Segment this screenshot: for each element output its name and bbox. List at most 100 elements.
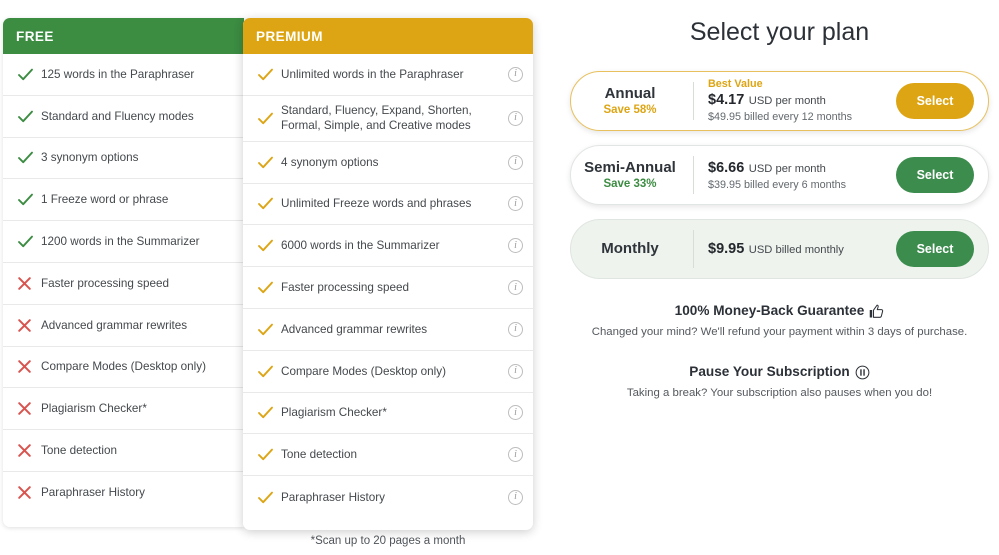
feature-row: Faster processing speedi [243, 267, 533, 309]
check-icon [257, 154, 279, 171]
feature-label: 3 synonym options [39, 150, 234, 165]
check-icon [257, 110, 279, 127]
check-icon [257, 489, 279, 506]
info-icon[interactable]: i [508, 280, 523, 295]
plan-price-unit: USD per month [749, 163, 826, 175]
plan-savings-badge: Save 33% [571, 177, 689, 192]
plan-price-main: $6.66 USD per month [708, 159, 896, 178]
promo-heading: 100% Money-Back Guarantee [560, 301, 999, 321]
plan-comparison-table: FREE 125 words in the ParaphraserStandar… [0, 0, 560, 555]
check-icon [17, 191, 39, 208]
feature-row: Standard, Fluency, Expand, Shorten, Form… [243, 96, 533, 142]
promo-item: 100% Money-Back GuaranteeChanged your mi… [560, 301, 999, 338]
plan-billing-note: $39.95 billed every 6 months [708, 178, 896, 192]
feature-label: Unlimited words in the Paraphraser [279, 67, 508, 82]
thumbs-up-icon [869, 304, 884, 319]
check-icon [257, 66, 279, 83]
feature-row: Paraphraser Historyi [243, 476, 533, 518]
plan-term-name: Annual [571, 85, 689, 103]
feature-row: 6000 words in the Summarizeri [243, 225, 533, 267]
select-plan-button[interactable]: Select [896, 83, 974, 119]
select-plan-button[interactable]: Select [896, 231, 974, 267]
page-title: Select your plan [560, 18, 999, 47]
feature-row: Advanced grammar rewritesi [243, 309, 533, 351]
check-icon [17, 108, 39, 125]
plan-billing-note: $49.95 billed every 12 months [708, 110, 896, 124]
feature-label: Advanced grammar rewrites [39, 318, 234, 333]
feature-label: Faster processing speed [279, 280, 508, 295]
free-plan-header: FREE [3, 18, 244, 54]
feature-row: Tone detectioni [243, 434, 533, 476]
plan-term: AnnualSave 58% [571, 85, 693, 118]
feature-row: 1 Freeze word or phrase [3, 179, 244, 221]
cross-icon [17, 276, 39, 291]
check-icon [257, 363, 279, 380]
promo-heading: Pause Your Subscription [560, 362, 999, 382]
feature-row: Compare Modes (Desktop only)i [243, 351, 533, 393]
plan-price-block: Best Value$4.17 USD per month$49.95 bill… [708, 78, 896, 124]
plan-price-block: $9.95 USD billed monthly [708, 240, 896, 259]
check-icon [257, 404, 279, 421]
best-value-badge: Best Value [708, 78, 896, 91]
plan-option-monthly[interactable]: Monthly $9.95 USD billed monthlySelect [570, 219, 989, 279]
promo-item: Pause Your SubscriptionTaking a break? Y… [560, 362, 999, 399]
info-icon[interactable]: i [508, 364, 523, 379]
feature-label: 4 synonym options [279, 155, 508, 170]
plan-option-list: AnnualSave 58% Best Value$4.17 USD per mo… [560, 71, 999, 279]
feature-label: Tone detection [279, 447, 508, 462]
info-icon[interactable]: i [508, 447, 523, 462]
plan-term: Semi-AnnualSave 33% [571, 159, 693, 192]
info-icon[interactable]: i [508, 322, 523, 337]
plan-term-name: Monthly [571, 240, 689, 258]
feature-label: Paraphraser History [279, 490, 508, 505]
feature-row: Plagiarism Checker*i [243, 393, 533, 435]
table-footnote: *Scan up to 20 pages a month [243, 535, 533, 547]
plan-option-annual[interactable]: AnnualSave 58% Best Value$4.17 USD per mo… [570, 71, 989, 131]
feature-label: Standard and Fluency modes [39, 109, 234, 124]
plan-price-amount: $4.17 [708, 92, 744, 108]
feature-label: Compare Modes (Desktop only) [279, 364, 508, 379]
premium-plan-header: PREMIUM [243, 18, 533, 54]
feature-label: Plagiarism Checker* [39, 401, 234, 416]
info-icon[interactable]: i [508, 196, 523, 211]
info-icon[interactable]: i [508, 155, 523, 170]
feature-row: Unlimited words in the Paraphraseri [243, 54, 533, 96]
feature-row: Standard and Fluency modes [3, 96, 244, 138]
plan-price-unit: USD per month [749, 95, 826, 107]
cross-icon [17, 443, 39, 458]
feature-label: Advanced grammar rewrites [279, 322, 508, 337]
info-icon[interactable]: i [508, 405, 523, 420]
divider [693, 82, 694, 120]
feature-row: 4 synonym optionsi [243, 142, 533, 184]
check-icon [257, 279, 279, 296]
feature-label: Unlimited Freeze words and phrases [279, 196, 508, 211]
divider [693, 156, 694, 194]
plan-option-semi[interactable]: Semi-AnnualSave 33%$6.66 USD per month$3… [570, 145, 989, 205]
plan-term: Monthly [571, 240, 693, 258]
info-icon[interactable]: i [508, 111, 523, 126]
feature-row: Advanced grammar rewrites [3, 305, 244, 347]
pricing-page: FREE 125 words in the ParaphraserStandar… [0, 0, 999, 555]
cross-icon [17, 485, 39, 500]
info-icon[interactable]: i [508, 67, 523, 82]
info-icon[interactable]: i [508, 490, 523, 505]
promo-heading-text: 100% Money-Back Guarantee [675, 301, 865, 321]
info-icon[interactable]: i [508, 238, 523, 253]
plan-price-block: $6.66 USD per month$39.95 billed every 6… [708, 159, 896, 192]
feature-row: Unlimited Freeze words and phrasesi [243, 184, 533, 226]
feature-row: Faster processing speed [3, 263, 244, 305]
select-plan-button[interactable]: Select [896, 157, 974, 193]
feature-row: Paraphraser History [3, 472, 244, 514]
premium-feature-list: Unlimited words in the ParaphraseriStand… [243, 54, 533, 518]
check-icon [257, 195, 279, 212]
check-icon [257, 321, 279, 338]
plan-term-name: Semi-Annual [571, 159, 689, 177]
plan-price-amount: $6.66 [708, 160, 744, 176]
check-icon [257, 446, 279, 463]
feature-row: Plagiarism Checker* [3, 388, 244, 430]
feature-label: Faster processing speed [39, 276, 234, 291]
check-icon [17, 233, 39, 250]
plan-price-main: $4.17 USD per month [708, 91, 896, 110]
check-icon [257, 237, 279, 254]
pause-icon [855, 365, 870, 380]
